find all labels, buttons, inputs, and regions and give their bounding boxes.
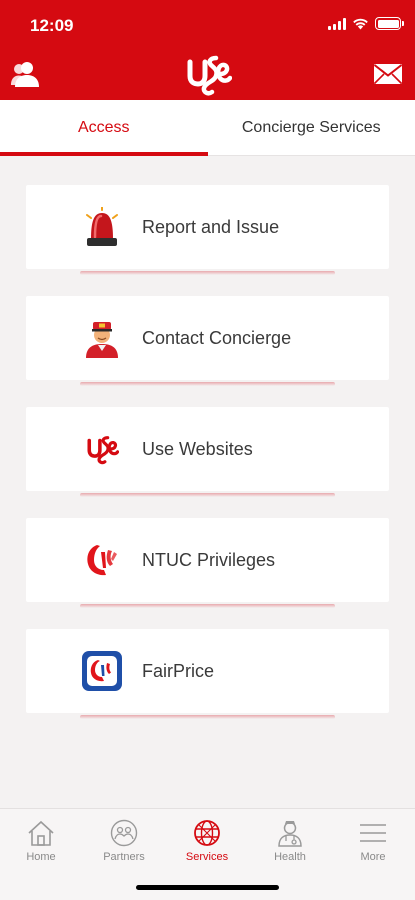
- person-icon: [11, 62, 39, 87]
- service-item-ntuc-privileges[interactable]: NTUC Privileges: [26, 518, 389, 608]
- siren-icon: [82, 207, 122, 247]
- service-label: Contact Concierge: [142, 328, 292, 348]
- nav-more-label: More: [360, 851, 386, 863]
- doctor-icon: [278, 821, 302, 847]
- fairprice-icon: [82, 651, 122, 691]
- ntuc-icon: [82, 540, 122, 580]
- nav-health-label: Health: [274, 851, 306, 863]
- nav-home[interactable]: Home: [6, 819, 76, 863]
- service-label: NTUC Privileges: [142, 550, 276, 570]
- tab-concierge-services[interactable]: Concierge Services: [208, 100, 415, 155]
- nav-home-label: Home: [26, 851, 56, 863]
- nav-services[interactable]: Services: [172, 819, 242, 863]
- nav-services-label: Services: [185, 851, 229, 863]
- app-header: 12:09: [0, 0, 415, 100]
- nav-partners[interactable]: Partners: [89, 819, 159, 863]
- segment-tabs: Access Concierge Services: [0, 100, 415, 156]
- nav-health[interactable]: Health: [255, 819, 325, 863]
- service-label: Report and Issue: [142, 217, 280, 237]
- service-label: Use Websites: [142, 439, 253, 459]
- service-item-use-websites[interactable]: Use Websites: [26, 407, 389, 497]
- service-item-fairprice[interactable]: FairPrice: [26, 629, 389, 719]
- status-time: 12:09: [30, 16, 74, 35]
- tab-access[interactable]: Access: [0, 100, 208, 156]
- mail-icon: [373, 64, 403, 85]
- concierge-icon: [82, 318, 122, 358]
- services-list: Report and Issue Contact Concierge Use W…: [26, 185, 389, 740]
- battery-icon: [375, 17, 404, 30]
- use-logo: [184, 52, 233, 96]
- tab-access-label: Access: [77, 118, 130, 136]
- use-logo-icon: [82, 429, 122, 469]
- tab-concierge-services-label: Concierge Services: [241, 118, 381, 136]
- service-item-report-issue[interactable]: Report and Issue: [26, 185, 389, 275]
- wifi-icon: [353, 18, 368, 29]
- globe-icon: [194, 820, 220, 846]
- mail-button[interactable]: [373, 63, 403, 85]
- home-indicator: [136, 885, 279, 890]
- status-icons: [328, 17, 404, 30]
- service-label: FairPrice: [142, 661, 215, 681]
- nav-partners-label: Partners: [103, 851, 145, 863]
- signal-icon: [328, 17, 346, 30]
- service-item-contact-concierge[interactable]: Contact Concierge: [26, 296, 389, 386]
- nav-more[interactable]: More: [338, 819, 408, 863]
- partners-icon: [110, 819, 138, 847]
- profile-button[interactable]: [10, 60, 40, 88]
- home-icon: [28, 820, 54, 846]
- menu-icon: [360, 824, 386, 842]
